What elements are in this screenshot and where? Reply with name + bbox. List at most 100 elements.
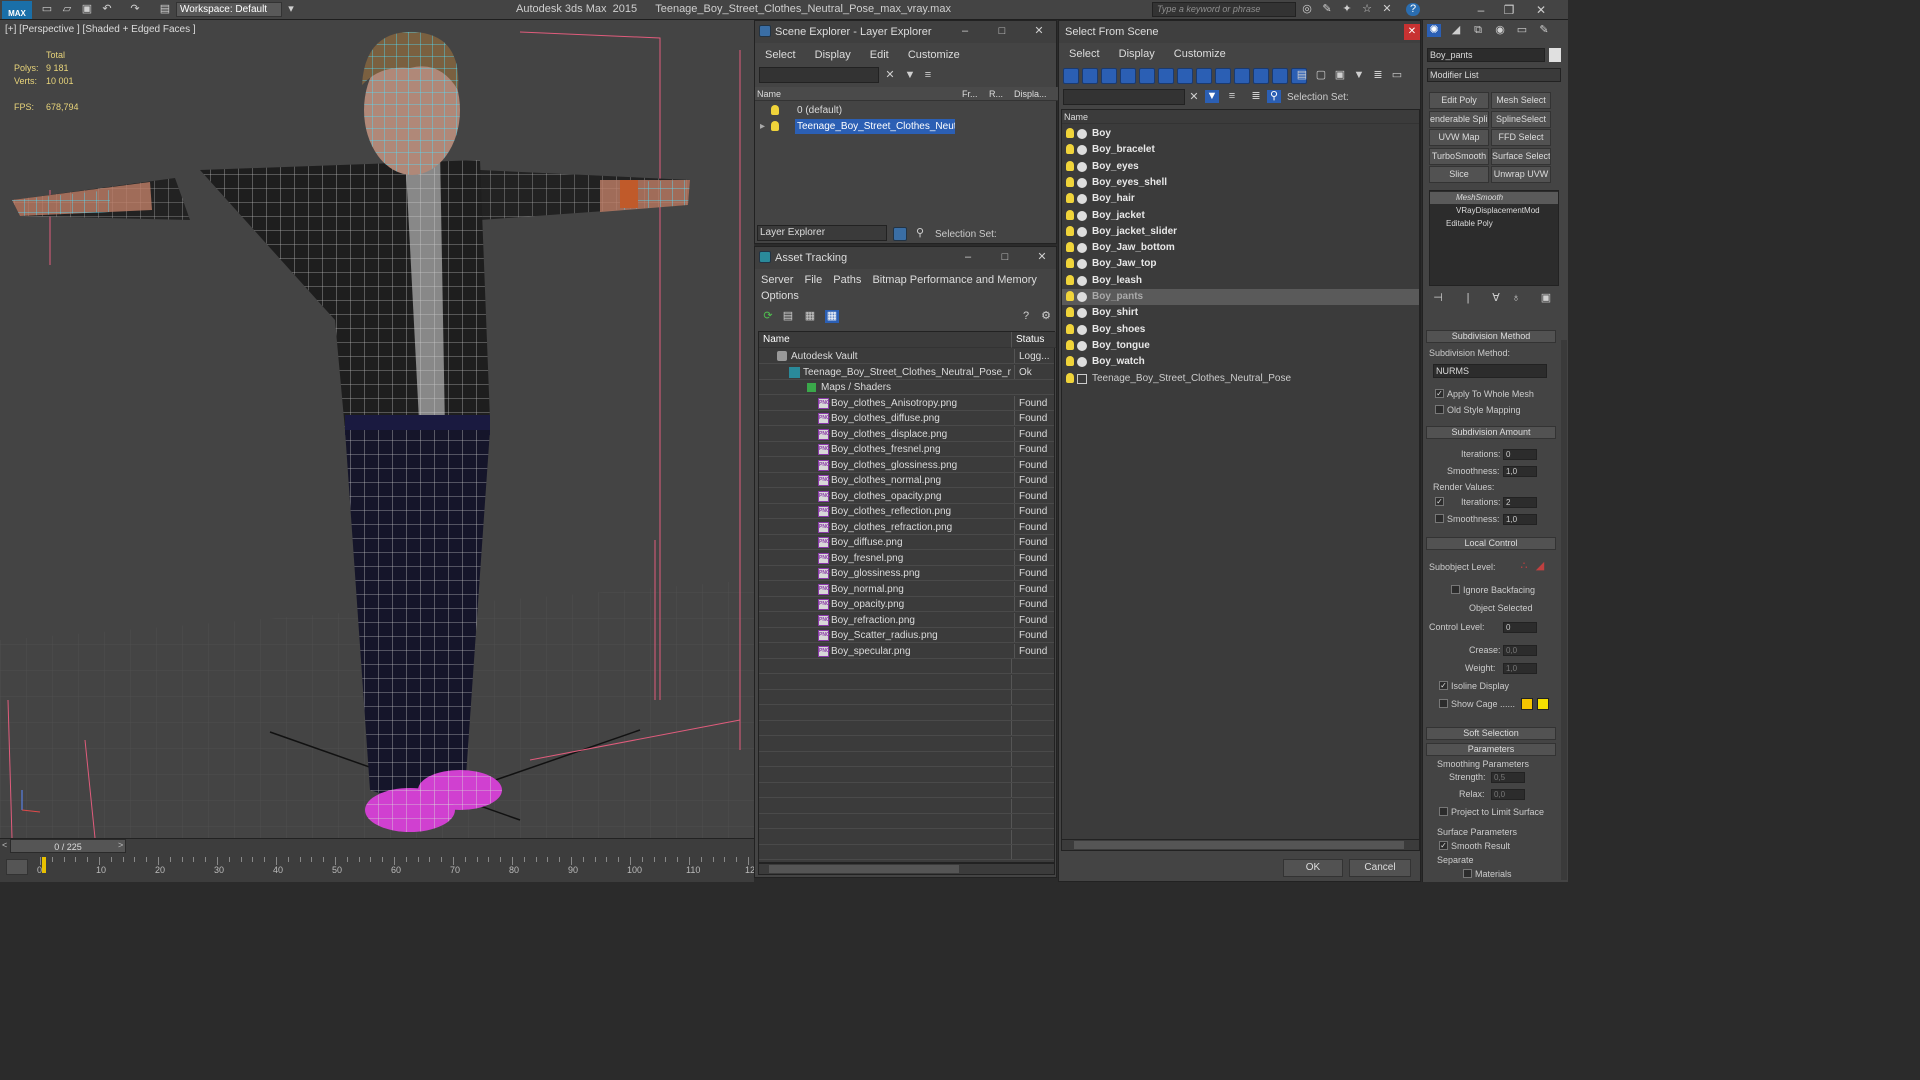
filter-bones-icon[interactable] bbox=[1215, 68, 1231, 84]
create-tab-icon[interactable]: ✺ bbox=[1427, 24, 1441, 37]
se-col-name[interactable]: Name bbox=[755, 87, 960, 101]
filter-groups-icon[interactable] bbox=[1177, 68, 1193, 84]
hierarchy-tab-icon[interactable]: ⧉ bbox=[1471, 24, 1485, 37]
render-iterations-spinner[interactable]: 2 bbox=[1503, 497, 1537, 508]
asset-row[interactable]: Teenage_Boy_Street_Clothes_Neutral_Pose_… bbox=[759, 364, 1054, 380]
at-maximize-icon[interactable]: □ bbox=[998, 251, 1012, 264]
rollout-subdivision-method[interactable]: Subdivision Method bbox=[1426, 330, 1556, 343]
asset-row[interactable]: PNG Boy_clothes_normal.png Found bbox=[759, 473, 1054, 488]
bulb-icon[interactable] bbox=[1066, 356, 1074, 367]
filter-containers-icon[interactable] bbox=[1234, 68, 1250, 84]
sfs-scroll-thumb[interactable] bbox=[1074, 841, 1404, 849]
motion-tab-icon[interactable]: ◉ bbox=[1493, 24, 1507, 37]
filter-shapes-icon[interactable] bbox=[1082, 68, 1098, 84]
se-menu-edit[interactable]: Edit bbox=[870, 49, 889, 61]
scene-object-row[interactable]: Boy_bracelet bbox=[1062, 142, 1419, 158]
bulb-icon[interactable] bbox=[1066, 242, 1074, 253]
binoculars-icon[interactable]: ◎ bbox=[1300, 3, 1314, 16]
se-filter-icon[interactable]: ▼ bbox=[903, 69, 917, 82]
at-help-icon[interactable]: ? bbox=[1019, 310, 1033, 323]
workspace-chevron-icon[interactable]: ▾ bbox=[284, 3, 298, 16]
time-next-icon[interactable]: > bbox=[118, 840, 123, 850]
scene-object-row[interactable]: Boy_tongue bbox=[1062, 338, 1419, 354]
asset-row[interactable]: PNG Boy_refraction.png Found bbox=[759, 612, 1054, 628]
bulb-icon[interactable] bbox=[1066, 209, 1074, 220]
modifier-button[interactable]: FFD Select bbox=[1491, 129, 1551, 146]
se-clear-icon[interactable]: ✕ bbox=[883, 69, 897, 82]
layers-toggle-icon[interactable] bbox=[893, 227, 907, 241]
bulb-icon[interactable] bbox=[1066, 339, 1074, 350]
asset-row[interactable]: Maps / Shaders bbox=[759, 380, 1054, 395]
bulb-icon[interactable] bbox=[1066, 258, 1074, 269]
modifier-button[interactable]: Mesh Select bbox=[1491, 92, 1551, 109]
object-color-swatch[interactable] bbox=[1549, 48, 1561, 62]
select-all-icon[interactable]: ▤ bbox=[1295, 69, 1309, 82]
scene-object-row[interactable]: Boy_shoes bbox=[1062, 322, 1419, 338]
se-row-default[interactable]: 0 (default) bbox=[755, 103, 1058, 118]
workspace-dropdown[interactable]: Workspace: Default bbox=[176, 2, 282, 17]
render-iterations-checkbox[interactable]: ✓ bbox=[1435, 497, 1444, 506]
sfs-hscrollbar[interactable] bbox=[1061, 839, 1420, 851]
se-col-display[interactable]: Displa... bbox=[1012, 87, 1058, 101]
sfs-menu-customize[interactable]: Customize bbox=[1174, 48, 1226, 60]
open-file-icon[interactable]: ▱ bbox=[60, 3, 74, 16]
bulb-icon[interactable] bbox=[771, 105, 779, 115]
app-logo[interactable]: MAX bbox=[2, 1, 32, 19]
asset-row[interactable]: PNG Boy_fresnel.png Found bbox=[759, 550, 1054, 566]
se-close-icon[interactable]: ✕ bbox=[1032, 25, 1046, 38]
scene-group-row[interactable]: Teenage_Boy_Street_Clothes_Neutral_Pose bbox=[1062, 371, 1419, 386]
hierarchy-view-icon[interactable]: ≣ bbox=[1371, 69, 1385, 82]
at-scroll-thumb[interactable] bbox=[769, 865, 959, 873]
scene-object-row[interactable]: Boy_jacket bbox=[1062, 208, 1419, 224]
materials-checkbox[interactable] bbox=[1463, 869, 1472, 878]
rollout-parameters[interactable]: Parameters bbox=[1426, 743, 1556, 756]
sfs-menu-select[interactable]: Select bbox=[1069, 48, 1100, 60]
show-end-result-icon[interactable]: | bbox=[1461, 292, 1475, 305]
asset-row[interactable]: PNG Boy_clothes_opacity.png Found bbox=[759, 488, 1054, 504]
select-invert-icon[interactable]: ▣ bbox=[1333, 69, 1347, 82]
filter-frozen-icon[interactable] bbox=[1253, 68, 1269, 84]
undo-icon[interactable]: ↶ bbox=[100, 3, 114, 16]
scene-object-row[interactable]: Boy_pants bbox=[1062, 289, 1419, 305]
vertex-level-icon[interactable]: ∴ bbox=[1517, 560, 1531, 573]
cage-color-swatch-1[interactable] bbox=[1521, 698, 1533, 710]
scene-object-row[interactable]: Boy_shirt bbox=[1062, 305, 1419, 321]
asset-row[interactable]: PNG Boy_glossiness.png Found bbox=[759, 566, 1054, 581]
at-menu-bitmap[interactable]: Bitmap Performance and Memory bbox=[872, 274, 1036, 286]
expand-arrow-icon[interactable]: ▸ bbox=[760, 119, 765, 134]
modifier-button[interactable]: enderable Splir bbox=[1429, 110, 1489, 128]
search-input[interactable]: Type a keyword or phrase bbox=[1152, 2, 1296, 17]
sfs-clear-icon[interactable]: ✕ bbox=[1187, 91, 1201, 104]
modifier-button[interactable]: Edit Poly bbox=[1429, 92, 1489, 109]
filter-xrefs-icon[interactable] bbox=[1196, 68, 1212, 84]
minimize-icon[interactable]: – bbox=[1468, 2, 1494, 18]
sfs-filter-icon[interactable]: ▼ bbox=[1205, 90, 1219, 103]
utilities-tab-icon[interactable]: ✎ bbox=[1537, 24, 1551, 37]
ok-button[interactable]: OK bbox=[1283, 859, 1343, 877]
at-menu-paths[interactable]: Paths bbox=[833, 274, 861, 286]
at-col-status[interactable]: Status bbox=[1011, 332, 1056, 348]
time-slider[interactable]: 0 / 225 bbox=[10, 839, 126, 853]
close-x-icon[interactable]: ✕ bbox=[1380, 3, 1394, 16]
bulb-icon[interactable] bbox=[1066, 176, 1074, 187]
scene-object-row[interactable]: Boy_eyes bbox=[1062, 159, 1419, 175]
scene-object-row[interactable]: Boy_jacket_slider bbox=[1062, 224, 1419, 240]
make-unique-icon[interactable]: ∀ bbox=[1489, 292, 1503, 305]
save-icon[interactable]: ▣ bbox=[80, 3, 94, 16]
sfs-layers-icon[interactable]: ≡ bbox=[1225, 90, 1239, 103]
at-close-icon[interactable]: ✕ bbox=[1035, 251, 1049, 264]
cage-color-swatch-2[interactable] bbox=[1537, 698, 1549, 710]
at-menu-file[interactable]: File bbox=[804, 274, 822, 286]
collapse-icon[interactable]: ▭ bbox=[1390, 69, 1404, 82]
scene-object-row[interactable]: Boy_hair bbox=[1062, 191, 1419, 207]
se-menu-display[interactable]: Display bbox=[815, 49, 851, 61]
asset-row[interactable]: PNG Boy_clothes_Anisotropy.png Found bbox=[759, 395, 1054, 411]
filter-geometry-icon[interactable] bbox=[1063, 68, 1079, 84]
rollout-local-control[interactable]: Local Control bbox=[1426, 537, 1556, 550]
se-menu-select[interactable]: Select bbox=[765, 49, 796, 61]
show-cage-checkbox[interactable] bbox=[1439, 699, 1448, 708]
time-marker[interactable] bbox=[42, 857, 46, 873]
pin-stack-icon[interactable]: ⊣ bbox=[1431, 292, 1445, 305]
ignore-backfacing-checkbox[interactable] bbox=[1451, 585, 1460, 594]
at-minimize-icon[interactable]: – bbox=[961, 251, 975, 264]
